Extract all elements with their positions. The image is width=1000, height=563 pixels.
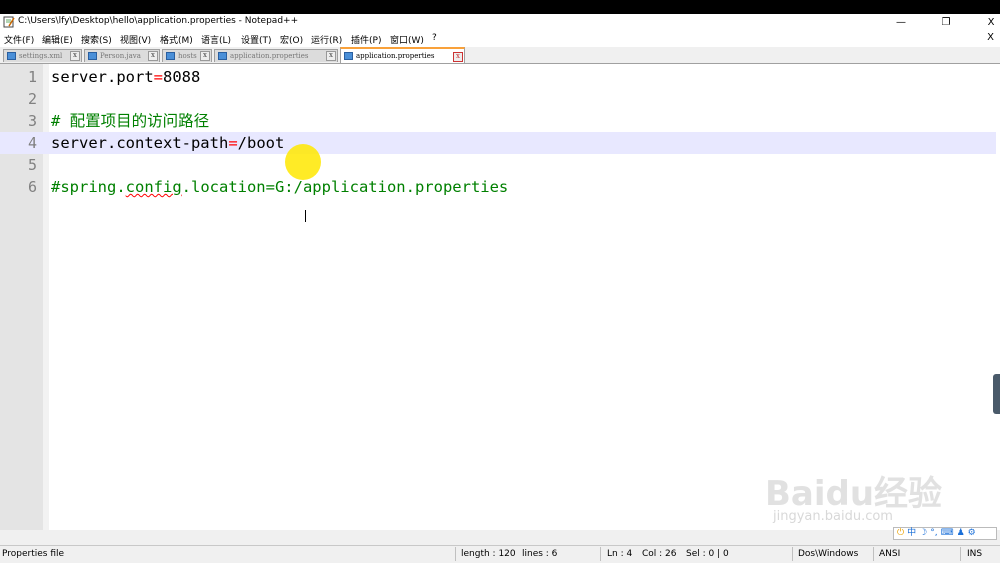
status-line-number: Ln : 4	[607, 549, 633, 559]
menu-search[interactable]: 搜索(S)	[81, 33, 112, 46]
line-number: 6	[27, 178, 37, 196]
status-eol: Dos\Windows	[798, 549, 859, 559]
code-line-current[interactable]: 4 server.context-path=/boot	[0, 132, 996, 154]
line-number: 4	[27, 134, 37, 152]
status-column: Col : 26	[642, 549, 677, 559]
code-text: server.context-path=/boot	[51, 134, 285, 152]
tab-application-properties[interactable]: application.properties x	[214, 49, 338, 62]
side-scroll-handle[interactable]	[993, 374, 1000, 414]
ime-settings-icon[interactable]: ⚙	[968, 528, 976, 539]
code-line[interactable]: 1 server.port=8088	[0, 66, 996, 88]
status-divider	[873, 547, 874, 561]
ime-punctuation-icon[interactable]: °,	[930, 528, 937, 539]
tab-bar: settings.xml x Person.java x hosts x app…	[0, 47, 1000, 64]
text-caret-icon	[305, 210, 306, 222]
ime-chinese-mode[interactable]: 中	[907, 528, 916, 539]
tab-close-icon[interactable]: x	[453, 52, 463, 62]
status-file-type: Properties file	[2, 549, 65, 559]
title-bar: C:\Users\lfy\Desktop\hello\application.p…	[0, 14, 1000, 31]
code-text: server.port=8088	[51, 68, 201, 86]
saved-file-icon	[88, 52, 97, 60]
tab-settings-xml[interactable]: settings.xml x	[3, 49, 82, 62]
watermark-logo: Baidu经验	[765, 474, 943, 514]
line-number: 5	[27, 156, 37, 174]
line-number: 2	[27, 90, 37, 108]
watermark-url: jingyan.baidu.com	[773, 509, 893, 524]
menu-language[interactable]: 语言(L)	[201, 33, 231, 46]
saved-file-icon	[166, 52, 175, 60]
status-divider	[960, 547, 961, 561]
menu-format[interactable]: 格式(M)	[160, 33, 193, 46]
status-bar: Properties file length : 120 lines : 6 L…	[0, 545, 1000, 563]
code-comment: #spring.config.location=G:/application.p…	[51, 178, 509, 196]
tab-label: Person.java	[100, 52, 141, 60]
tab-close-icon[interactable]: x	[148, 51, 158, 61]
ime-toolbar[interactable]: ⏻ 中 ☽ °, ⌨ ♟ ⚙	[893, 527, 997, 540]
menu-plugins[interactable]: 插件(P)	[351, 33, 381, 46]
tab-close-icon[interactable]: x	[326, 51, 336, 61]
menu-settings[interactable]: 设置(T)	[241, 33, 272, 46]
status-divider	[792, 547, 793, 561]
ime-power-icon[interactable]: ⏻	[897, 528, 904, 539]
tab-label: settings.xml	[19, 52, 63, 60]
tab-label: hosts	[178, 52, 197, 60]
saved-file-icon	[344, 52, 353, 60]
code-comment: # 配置项目的访问路径	[51, 112, 210, 130]
tab-label: application.properties	[356, 52, 435, 60]
tab-hosts[interactable]: hosts x	[162, 49, 212, 62]
menu-view[interactable]: 视图(V)	[120, 33, 151, 46]
menu-file[interactable]: 文件(F)	[4, 33, 34, 46]
ime-moon-icon[interactable]: ☽	[919, 528, 927, 539]
menu-bar: 文件(F) 编辑(E) 搜索(S) 视图(V) 格式(M) 语言(L) 设置(T…	[0, 31, 1000, 47]
notepadpp-window: C:\Users\lfy\Desktop\hello\application.p…	[0, 14, 1000, 563]
menu-macro[interactable]: 宏(O)	[280, 33, 303, 46]
line-number: 3	[27, 112, 37, 130]
status-lines: lines : 6	[522, 549, 558, 559]
code-line[interactable]: 5	[0, 154, 996, 176]
tab-application-properties-active[interactable]: application.properties x	[340, 47, 465, 63]
menu-window[interactable]: 窗口(W)	[390, 33, 424, 46]
restore-button[interactable]: ❐	[931, 14, 961, 31]
status-encoding: ANSI	[879, 549, 901, 559]
tab-person-java[interactable]: Person.java x	[84, 49, 160, 62]
window-title: C:\Users\lfy\Desktop\hello\application.p…	[18, 16, 299, 26]
minimize-button[interactable]: —	[886, 14, 916, 31]
notepadpp-app-icon	[3, 16, 15, 28]
editor-area[interactable]: 1 server.port=8088 2 3 # 配置项目的访问路径 4 ser…	[0, 64, 1000, 530]
mouse-cursor-highlight	[285, 144, 321, 180]
close-document-button[interactable]: X	[987, 32, 994, 43]
code-line[interactable]: 2	[0, 88, 996, 110]
code-line[interactable]: 6 #spring.config.location=G:/application…	[0, 176, 996, 198]
status-length: length : 120	[461, 549, 516, 559]
ime-keyboard-icon[interactable]: ⌨	[941, 528, 954, 539]
line-number: 1	[27, 68, 37, 86]
menu-run[interactable]: 运行(R)	[311, 33, 342, 46]
menu-help[interactable]: ?	[432, 33, 437, 43]
tab-label: application.properties	[230, 52, 309, 60]
status-divider	[600, 547, 601, 561]
status-insert-mode: INS	[967, 549, 983, 559]
tab-close-icon[interactable]: x	[70, 51, 80, 61]
saved-file-icon	[218, 52, 227, 60]
menu-edit[interactable]: 编辑(E)	[42, 33, 73, 46]
status-divider	[455, 547, 456, 561]
saved-file-icon	[7, 52, 16, 60]
ime-user-icon[interactable]: ♟	[957, 528, 965, 539]
code-line[interactable]: 3 # 配置项目的访问路径	[0, 110, 996, 132]
close-window-button[interactable]: X	[976, 14, 1000, 31]
tab-close-icon[interactable]: x	[200, 51, 210, 61]
status-selection: Sel : 0 | 0	[686, 549, 729, 559]
